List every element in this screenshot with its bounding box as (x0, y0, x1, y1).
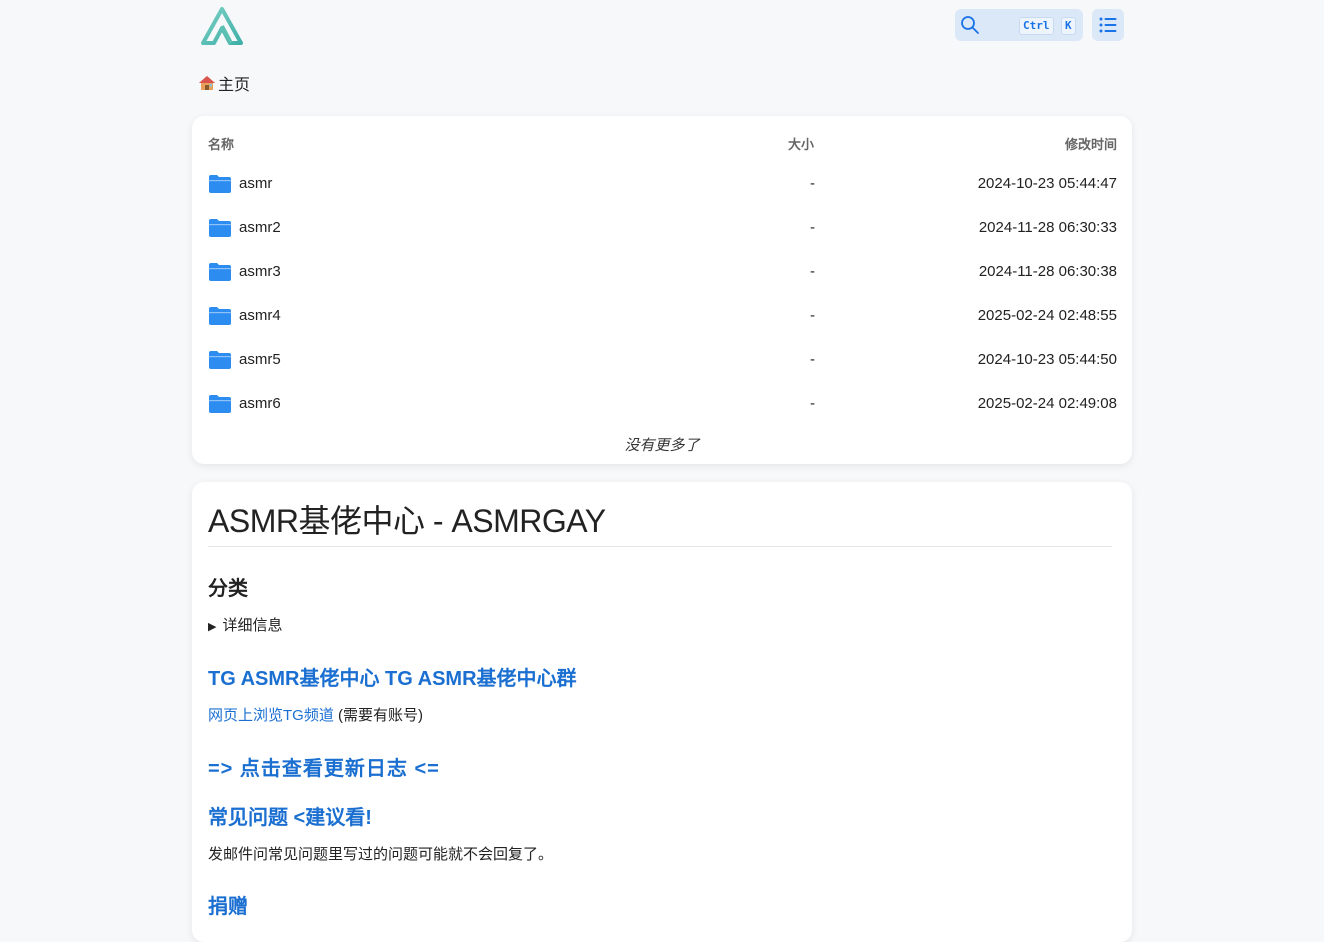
file-row[interactable]: asmr4 - 2025-02-24 02:48:55 (192, 294, 1132, 338)
folder-icon (208, 174, 232, 194)
folder-icon (208, 306, 232, 326)
file-name[interactable]: asmr (239, 175, 272, 192)
file-size: - (810, 395, 815, 412)
file-size: - (810, 263, 815, 280)
column-header-modified[interactable]: 修改时间 (1065, 134, 1117, 153)
faq-link[interactable]: 常见问题 <建议看! (208, 801, 372, 830)
file-name[interactable]: asmr6 (239, 395, 281, 412)
end-of-list-text: 没有更多了 (624, 437, 700, 454)
shortcut-key-ctrl: Ctrl (1019, 17, 1054, 35)
search-icon (960, 15, 980, 35)
web-tg-note: (需要有账号) (333, 707, 424, 724)
file-row[interactable]: asmr5 - 2024-10-23 05:44:50 (192, 338, 1132, 382)
file-modified: 2025-02-24 02:48:55 (977, 307, 1117, 324)
breadcrumb: 主页 (198, 72, 250, 94)
title-divider (208, 546, 1112, 547)
column-header-name[interactable]: 名称 (208, 134, 234, 153)
tg-links-heading: TG ASMR基佬中心 TG ASMR基佬中心群 (208, 662, 577, 691)
file-name[interactable]: asmr5 (239, 351, 281, 368)
search-button[interactable]: Ctrl K (955, 9, 1083, 41)
file-row[interactable]: asmr6 - 2025-02-24 02:49:08 (192, 382, 1132, 426)
details-toggle[interactable]: ▶ 详细信息 (208, 614, 282, 635)
changelog-link[interactable]: => 点击查看更新日志 <= (208, 752, 440, 781)
file-size: - (810, 351, 815, 368)
folder-icon (208, 218, 232, 238)
folder-icon (208, 394, 232, 414)
file-size: - (810, 307, 815, 324)
file-size: - (810, 175, 815, 192)
column-header-size[interactable]: 大小 (788, 134, 814, 153)
category-heading: 分类 (208, 578, 248, 600)
tg-group-link[interactable]: TG ASMR基佬中心群 (385, 668, 576, 690)
file-name[interactable]: asmr3 (239, 263, 281, 280)
toc-list-button[interactable] (1092, 9, 1124, 41)
readme-title: ASMR基佬中心 - ASMRGAY (208, 503, 606, 539)
file-name[interactable]: asmr2 (239, 219, 281, 236)
faq-note: 发邮件问常见问题里写过的问题可能就不会回复了。 (208, 846, 554, 863)
top-bar: Ctrl K (0, 0, 1324, 56)
breadcrumb-home-link[interactable]: 主页 (218, 71, 250, 95)
file-name[interactable]: asmr4 (239, 307, 281, 324)
file-row[interactable]: asmr3 - 2024-11-28 06:30:38 (192, 250, 1132, 294)
house-icon (198, 74, 216, 92)
shortcut-key-k: K (1061, 17, 1076, 35)
file-size: - (810, 219, 815, 236)
file-row[interactable]: asmr - 2024-10-23 05:44:47 (192, 162, 1132, 206)
file-modified: 2024-11-28 06:30:38 (978, 263, 1117, 280)
list-icon (1099, 17, 1117, 33)
folder-icon (208, 262, 232, 282)
readme-card: ASMR基佬中心 - ASMRGAY 分类 ▶ 详细信息 TG ASMR基佬中心 … (192, 482, 1132, 942)
web-tg-paragraph: 网页上浏览TG频道 (需要有账号) (208, 704, 423, 725)
file-row[interactable]: asmr2 - 2024-11-28 06:30:33 (192, 206, 1132, 250)
web-tg-link[interactable]: 网页上浏览TG频道 (208, 707, 334, 724)
tg-channel-link[interactable]: TG ASMR基佬中心 (208, 668, 379, 690)
file-modified: 2025-02-24 02:49:08 (977, 395, 1117, 412)
details-summary: 详细信息 (222, 617, 283, 634)
file-modified: 2024-11-28 06:30:33 (978, 219, 1117, 236)
donate-link[interactable]: 捐赠 (208, 890, 248, 919)
file-modified: 2024-10-23 05:44:50 (977, 351, 1117, 368)
triangle-right-icon: ▶ (208, 621, 217, 633)
folder-icon (208, 350, 232, 370)
file-modified: 2024-10-23 05:44:47 (977, 175, 1117, 192)
file-list-card: 名称 大小 修改时间 asmr - 2024-10-23 05:44:47 as… (192, 116, 1132, 464)
logo-icon[interactable] (200, 6, 244, 46)
